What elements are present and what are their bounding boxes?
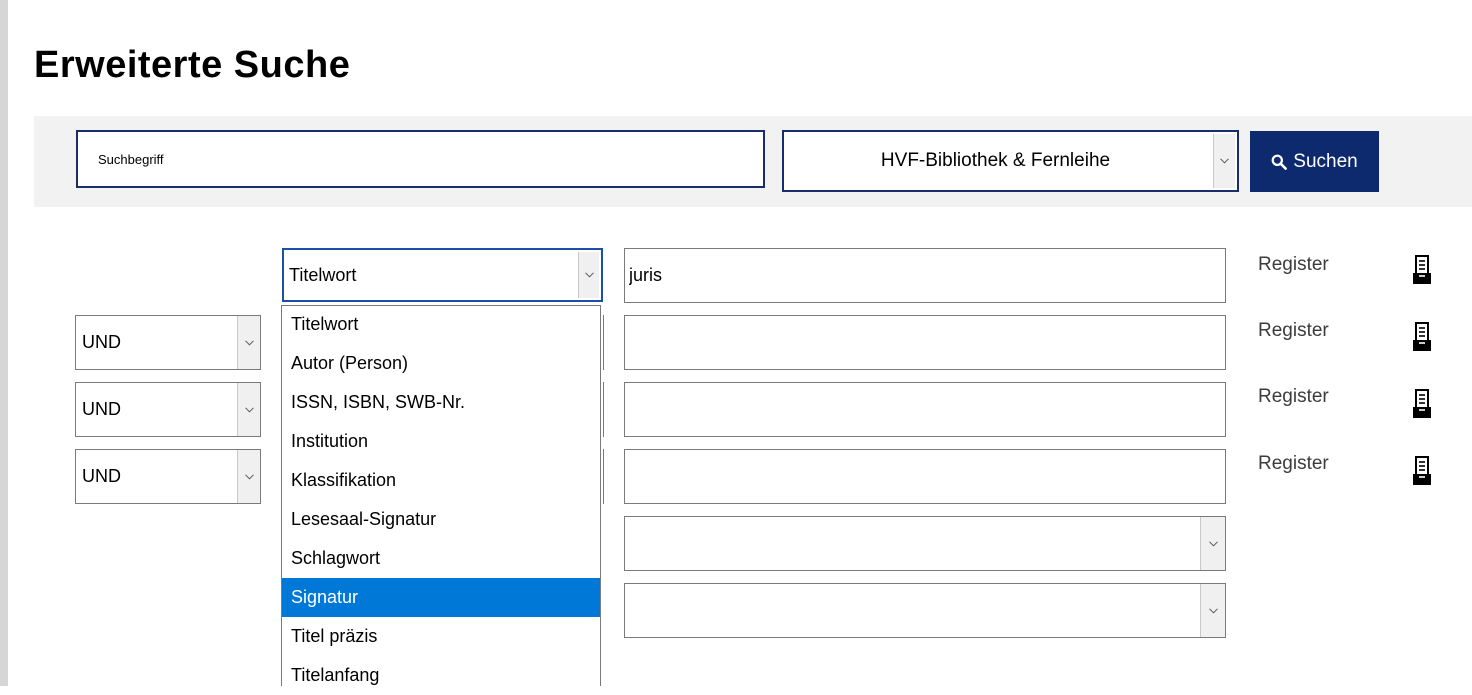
dropdown-option[interactable]: Klassifikation bbox=[282, 461, 600, 500]
search-value-input[interactable] bbox=[624, 449, 1226, 504]
left-border bbox=[0, 0, 8, 686]
dropdown-option[interactable]: Titelwort bbox=[282, 306, 600, 344]
chevron-down-icon[interactable] bbox=[1200, 584, 1225, 637]
chevron-down-icon[interactable] bbox=[1213, 134, 1235, 188]
chevron-down-icon[interactable] bbox=[237, 383, 260, 436]
search-field-select[interactable]: Titelwort bbox=[282, 248, 603, 302]
catalog-scope-value: HVF-Bibliothek & Fernleihe bbox=[880, 150, 1111, 171]
search-value-input[interactable] bbox=[624, 315, 1226, 370]
search-term-input[interactable] bbox=[76, 130, 765, 188]
register-link[interactable]: Register bbox=[1258, 254, 1329, 276]
dropdown-option[interactable]: Titel präzis bbox=[282, 617, 600, 656]
chevron-down-icon[interactable] bbox=[237, 316, 260, 369]
register-link[interactable]: Register bbox=[1258, 320, 1329, 342]
search-value-input[interactable] bbox=[624, 382, 1226, 437]
catalog-scope-select[interactable]: HVF-Bibliothek & Fernleihe bbox=[782, 130, 1239, 192]
search-field-value: Titelwort bbox=[289, 264, 357, 285]
filter-select[interactable] bbox=[624, 516, 1226, 571]
search-value-input[interactable] bbox=[624, 248, 1226, 303]
boolean-operator-value: UND bbox=[82, 399, 121, 419]
boolean-operator-select[interactable]: UND bbox=[75, 315, 261, 370]
page-title: Erweiterte Suche bbox=[34, 44, 351, 86]
search-button[interactable]: Suchen bbox=[1250, 131, 1379, 192]
chevron-down-icon[interactable] bbox=[1200, 517, 1225, 570]
boolean-operator-value: UND bbox=[82, 332, 121, 352]
chevron-down-icon[interactable] bbox=[237, 450, 260, 503]
card-index-icon[interactable] bbox=[1412, 254, 1432, 286]
search-field-dropdown: Titelwort Autor (Person) ISSN, ISBN, SWB… bbox=[281, 305, 601, 686]
register-link[interactable]: Register bbox=[1258, 453, 1329, 475]
chevron-down-icon[interactable] bbox=[578, 252, 599, 298]
dropdown-option[interactable]: Lesesaal-Signatur bbox=[282, 500, 600, 539]
boolean-operator-value: UND bbox=[82, 466, 121, 486]
dropdown-option[interactable]: Schlagwort bbox=[282, 539, 600, 578]
filter-select[interactable] bbox=[624, 583, 1226, 638]
search-button-label: Suchen bbox=[1293, 150, 1358, 172]
dropdown-option[interactable]: Titelanfang bbox=[282, 656, 600, 695]
card-index-icon[interactable] bbox=[1412, 321, 1432, 353]
card-index-icon[interactable] bbox=[1412, 455, 1432, 487]
dropdown-option[interactable]: Institution bbox=[282, 422, 600, 461]
dropdown-option[interactable]: ISSN, ISBN, SWB-Nr. bbox=[282, 383, 600, 422]
card-index-icon[interactable] bbox=[1412, 388, 1432, 420]
boolean-operator-select[interactable]: UND bbox=[75, 449, 261, 504]
register-link[interactable]: Register bbox=[1258, 386, 1329, 408]
search-icon bbox=[1271, 154, 1288, 170]
dropdown-option-highlighted[interactable]: Signatur bbox=[282, 578, 600, 617]
boolean-operator-select[interactable]: UND bbox=[75, 382, 261, 437]
dropdown-option[interactable]: Autor (Person) bbox=[282, 344, 600, 383]
